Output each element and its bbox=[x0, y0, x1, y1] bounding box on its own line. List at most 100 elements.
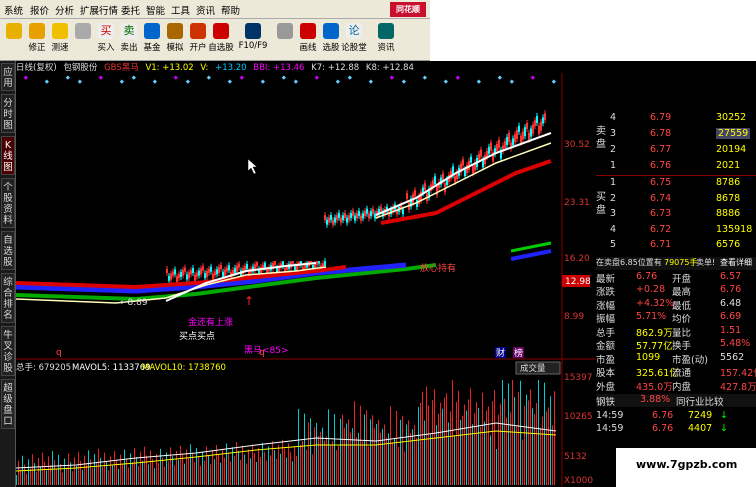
volume-bar bbox=[524, 405, 525, 485]
volume-bar bbox=[454, 436, 455, 485]
stat-label: 最高 bbox=[672, 287, 692, 298]
toolbar-button-8[interactable]: 开户 bbox=[187, 21, 209, 59]
volume-bar bbox=[216, 445, 217, 485]
menu-item-analysis[interactable]: 分析 bbox=[55, 3, 74, 17]
volume-bar bbox=[294, 447, 295, 485]
volume-bar bbox=[56, 469, 57, 485]
candle bbox=[256, 262, 258, 267]
event-marker-1[interactable]: q bbox=[56, 348, 62, 358]
toolbar-button-4[interactable]: 买买入 bbox=[95, 21, 117, 59]
toolbar-button-7[interactable]: 模拟 bbox=[164, 21, 186, 59]
side-tab-5[interactable]: 综合排名 bbox=[1, 273, 15, 323]
toolbar-button-14[interactable]: 论论股堂 bbox=[341, 21, 367, 59]
indicator-name[interactable]: GBS黑马 bbox=[104, 63, 139, 73]
volume-bar bbox=[414, 425, 415, 485]
volume-bar bbox=[60, 463, 61, 485]
sell-icon: 卖 bbox=[121, 23, 137, 39]
side-tab-6[interactable]: 牛叉诊股 bbox=[1, 326, 15, 376]
price-label-3: 16.20 bbox=[564, 254, 590, 264]
volume-bar bbox=[32, 454, 33, 485]
candle bbox=[218, 267, 220, 274]
toolbar-button-6[interactable]: 基金 bbox=[141, 21, 163, 59]
volume-bar bbox=[54, 460, 55, 485]
stat-value: 57.77亿 bbox=[636, 341, 673, 352]
candle bbox=[180, 271, 182, 277]
volume-bar bbox=[506, 417, 507, 485]
candle bbox=[214, 271, 216, 276]
stock-name: 包钢股份 bbox=[63, 63, 98, 73]
menu-item-news[interactable]: 资讯 bbox=[196, 3, 215, 17]
buy-level: 1 bbox=[610, 177, 617, 188]
volume-bar bbox=[302, 440, 303, 485]
volume-bar bbox=[172, 456, 173, 485]
side-tab-2[interactable]: K线图 bbox=[1, 136, 15, 175]
volume-bar bbox=[522, 439, 523, 485]
candle bbox=[532, 124, 534, 134]
candle bbox=[334, 217, 336, 223]
signal-dot bbox=[314, 75, 319, 80]
volume-bar bbox=[322, 427, 323, 485]
event-marker-2[interactable]: q bbox=[259, 348, 265, 358]
kline-chart[interactable]: 30.52 23.31 16.20 12.98 8.99 15397 10265… bbox=[16, 73, 596, 487]
menu-item-ext-quote[interactable]: 扩展行情 bbox=[80, 3, 118, 17]
toolbar-button-5[interactable]: 卖卖出 bbox=[118, 21, 140, 59]
ma-blue-line-upper bbox=[510, 249, 552, 261]
price-label-2: 23.31 bbox=[564, 198, 590, 208]
volume-bar bbox=[72, 471, 73, 485]
toolbar-button-1[interactable]: 修正 bbox=[26, 21, 48, 59]
stat-row: 股本325.61亿流通157.42亿 bbox=[596, 365, 756, 379]
side-tab-3[interactable]: 个股资料 bbox=[1, 178, 15, 228]
side-tab-4[interactable]: 自选股 bbox=[1, 231, 15, 270]
toolbar-button-11[interactable] bbox=[274, 21, 296, 59]
stat-value: 5562 bbox=[720, 351, 745, 363]
toolbar-button-15[interactable]: 资讯 bbox=[375, 21, 397, 59]
volume-bar bbox=[238, 450, 239, 485]
toolbar-button-13[interactable]: 选股 bbox=[320, 21, 342, 59]
volume-bar bbox=[348, 419, 349, 485]
toolbar-button-2[interactable]: 测速 bbox=[49, 21, 71, 59]
volume-bar bbox=[404, 451, 405, 485]
side-tab-1[interactable]: 分时图 bbox=[1, 94, 15, 133]
toolbar-button-12[interactable]: 画线 bbox=[297, 21, 319, 59]
volume-bar bbox=[546, 411, 547, 485]
menu-item-tools[interactable]: 工具 bbox=[171, 3, 190, 17]
volume-bar bbox=[250, 458, 251, 485]
volume-bar bbox=[424, 420, 425, 485]
volume-bar bbox=[276, 459, 277, 485]
menu-item-quote[interactable]: 报价 bbox=[30, 3, 49, 17]
volume-bar bbox=[162, 457, 163, 485]
volume-bar bbox=[392, 442, 393, 485]
volume-bar bbox=[416, 438, 417, 485]
menu-item-trade[interactable]: 委托 bbox=[121, 3, 140, 17]
candle bbox=[462, 159, 464, 166]
side-tab-7[interactable]: 超级盘口 bbox=[1, 379, 15, 429]
toolbar-button-3[interactable] bbox=[72, 21, 94, 59]
signal-dot bbox=[239, 75, 244, 80]
volume-bar bbox=[498, 414, 499, 485]
candle bbox=[192, 268, 194, 274]
volume-bar bbox=[474, 413, 475, 485]
menu-item-help[interactable]: 帮助 bbox=[221, 3, 240, 17]
sell-level: 1 bbox=[610, 160, 617, 171]
buy-icon: 买 bbox=[98, 23, 114, 39]
toolbar-button-0[interactable] bbox=[3, 21, 25, 59]
volume-bar bbox=[190, 444, 191, 485]
period-label[interactable]: 日线(复权) bbox=[16, 63, 57, 73]
sell-row: 3 6.78 27559 bbox=[596, 128, 756, 141]
signal-dot bbox=[293, 79, 298, 84]
sector-compare-link[interactable]: 同行业比较 bbox=[676, 394, 724, 408]
volume-bar bbox=[256, 462, 257, 485]
candle bbox=[202, 266, 204, 271]
side-tab-0[interactable]: 应用 bbox=[1, 63, 15, 91]
volume-bar bbox=[462, 415, 463, 485]
notice-detail-link[interactable]: 查看详细 bbox=[720, 257, 752, 268]
buy-level: 4 bbox=[610, 223, 617, 235]
volume-bar bbox=[280, 453, 281, 485]
menu-item-system[interactable]: 系统 bbox=[4, 3, 23, 17]
toolbar-button-10[interactable]: F10/F9 bbox=[239, 21, 267, 59]
menu-item-smart[interactable]: 智能 bbox=[146, 3, 165, 17]
volume-bar bbox=[158, 462, 159, 485]
volume-bar bbox=[266, 460, 267, 485]
sell-level: 4 bbox=[610, 112, 617, 123]
toolbar-button-9[interactable]: 自选股 bbox=[208, 21, 234, 59]
